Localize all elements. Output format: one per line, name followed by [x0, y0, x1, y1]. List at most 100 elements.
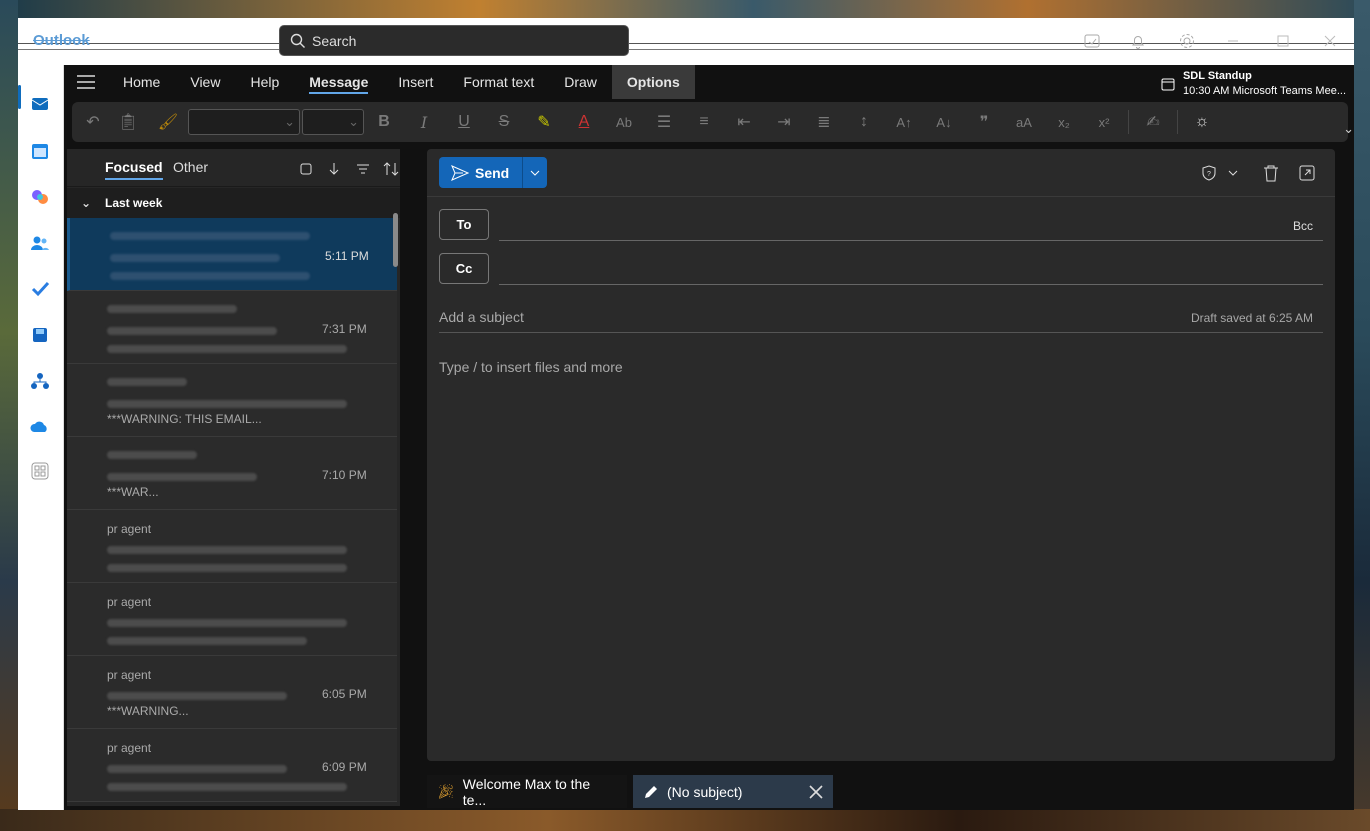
list-item[interactable]: pr agent — [67, 583, 397, 656]
tab-message[interactable]: Message — [294, 65, 383, 99]
redacted-sender — [107, 378, 187, 386]
list-scrollbar[interactable] — [391, 191, 399, 806]
subject-input[interactable]: Add a subject — [439, 309, 524, 325]
to-field[interactable] — [499, 240, 1323, 241]
bcc-button[interactable]: Bcc — [1293, 219, 1313, 233]
settings-gear-icon[interactable] — [1177, 31, 1197, 51]
bullets-icon[interactable]: ☰ — [644, 106, 684, 138]
to-button[interactable]: To — [439, 209, 489, 240]
sensitivity-chevron-icon[interactable] — [1223, 163, 1243, 183]
bell-icon[interactable] — [1128, 31, 1148, 51]
copilot-app-icon[interactable] — [28, 185, 52, 209]
font-family-select[interactable]: ⌄ — [188, 109, 300, 135]
redacted-sender — [107, 451, 197, 459]
select-icon[interactable] — [297, 160, 315, 178]
filter-icon[interactable] — [354, 160, 372, 178]
message-list: Focused Other ⌄ Last week 5:11 PM 7:31 P… — [67, 149, 400, 806]
cc-field[interactable] — [499, 284, 1323, 285]
redacted-preview — [110, 272, 310, 280]
hamburger-menu-icon[interactable] — [64, 65, 108, 99]
increase-indent-icon[interactable]: ⇥ — [764, 106, 804, 138]
onedrive-app-icon[interactable] — [28, 415, 52, 439]
org-explorer-icon[interactable] — [28, 369, 52, 393]
calendar-app-icon[interactable] — [28, 139, 52, 163]
draft-tab-label: Welcome Max to the te... — [462, 775, 591, 808]
tab-home[interactable]: Home — [108, 65, 175, 99]
list-item[interactable]: 5:11 PM — [67, 218, 397, 291]
underline-icon[interactable]: U — [444, 106, 484, 138]
send-options-chevron-icon[interactable] — [523, 170, 547, 176]
list-item[interactable]: pr agent — [67, 510, 397, 583]
jump-to-icon[interactable] — [325, 160, 343, 178]
my-day-icon[interactable] — [1082, 31, 1102, 51]
align-icon[interactable]: ≣ — [804, 106, 844, 138]
list-item[interactable]: pr agent 6:09 PM — [67, 729, 397, 802]
tab-view[interactable]: View — [175, 65, 235, 99]
list-item[interactable]: 7:10 PM ***WAR... — [67, 437, 397, 510]
list-item[interactable]: pr agent 6:05 PM ***WARNING... — [67, 656, 397, 729]
brightness-icon[interactable]: ☼ — [1182, 106, 1222, 138]
sensitivity-shield-icon[interactable]: ? — [1199, 163, 1219, 183]
tab-other[interactable]: Other — [173, 159, 208, 175]
tab-insert[interactable]: Insert — [383, 65, 448, 99]
bold-icon[interactable]: B — [364, 106, 404, 138]
font-color-icon[interactable]: A — [564, 106, 604, 138]
superscript-icon[interactable]: x² — [1084, 106, 1124, 138]
discard-trash-icon[interactable] — [1261, 163, 1281, 183]
close-tab-icon[interactable] — [809, 784, 823, 799]
highlight-icon[interactable]: ✎ — [524, 106, 564, 138]
strikethrough-icon[interactable]: S — [484, 106, 524, 138]
scrollbar-thumb[interactable] — [393, 213, 398, 267]
list-item[interactable]: ***WARNING: THIS EMAIL... — [67, 364, 397, 437]
svg-text:?: ? — [1207, 171, 1211, 178]
upcoming-meeting[interactable]: SDL Standup 10:30 AM Microsoft Teams Mee… — [1161, 69, 1346, 99]
message-sender: pr agent — [107, 741, 152, 755]
maximize-icon[interactable] — [1273, 31, 1293, 51]
subscript-icon[interactable]: x₂ — [1044, 106, 1084, 138]
subscript-a-icon[interactable]: A↓ — [924, 106, 964, 138]
ribbon-separator — [1128, 110, 1129, 134]
ribbon-separator-2 — [1177, 110, 1178, 134]
draft-tab-label: (No subject) — [667, 783, 743, 800]
numbering-icon[interactable]: ≡ — [684, 106, 724, 138]
undo-icon[interactable]: ↶ — [78, 106, 108, 138]
tab-focused[interactable]: Focused — [105, 159, 163, 180]
pop-out-icon[interactable] — [1297, 163, 1317, 183]
group-header[interactable]: ⌄ Last week — [67, 188, 400, 218]
draft-tab-no-subject[interactable]: (No subject) — [633, 775, 833, 808]
list-item[interactable]: 7:31 PM — [67, 291, 397, 364]
send-button[interactable]: Send — [439, 157, 547, 188]
todo-app-icon[interactable] — [28, 277, 52, 301]
italic-icon[interactable]: I — [404, 106, 444, 138]
more-apps-icon[interactable] — [28, 459, 52, 483]
send-main[interactable]: Send — [439, 157, 523, 188]
format-painter-icon[interactable]: 🖌︎ — [148, 106, 188, 138]
tab-help[interactable]: Help — [235, 65, 294, 99]
tab-format-text[interactable]: Format text — [448, 65, 549, 99]
decrease-indent-icon[interactable]: ⇤ — [724, 106, 764, 138]
font-size-select[interactable]: ⌄ — [302, 109, 364, 135]
ribbon-expand-chevron-icon[interactable]: ⌄ — [1343, 121, 1354, 137]
quote-icon[interactable]: ❞ — [964, 106, 1004, 138]
close-icon[interactable] — [1320, 31, 1340, 51]
message-body[interactable]: Type / to insert files and more — [439, 359, 623, 375]
superscript-a-icon[interactable]: A↑ — [884, 106, 924, 138]
change-case-icon[interactable]: aA — [1004, 106, 1044, 138]
tab-draw[interactable]: Draw — [549, 65, 612, 99]
message-preview: ***WAR... — [107, 485, 159, 499]
save-app-icon[interactable] — [28, 323, 52, 347]
line-spacing-icon[interactable]: ↕ — [844, 106, 884, 138]
minimize-icon[interactable] — [1223, 31, 1243, 51]
editor-icon[interactable]: ✍︎ — [1133, 106, 1173, 138]
people-app-icon[interactable] — [28, 231, 52, 255]
tab-options[interactable]: Options — [611, 65, 695, 99]
draft-tab-welcome[interactable]: 🎉︎ Welcome Max to the te... — [427, 775, 627, 808]
clear-format-icon[interactable]: Ab — [604, 106, 644, 138]
search-box[interactable]: Search — [279, 25, 629, 56]
party-icon: 🎉︎ — [437, 783, 455, 799]
cc-button[interactable]: Cc — [439, 253, 489, 284]
sort-icon[interactable] — [382, 160, 400, 178]
mail-app-icon[interactable] — [28, 91, 52, 115]
paste-icon[interactable]: 📋︎ — [108, 106, 148, 138]
message-sender: pr agent — [107, 595, 152, 609]
